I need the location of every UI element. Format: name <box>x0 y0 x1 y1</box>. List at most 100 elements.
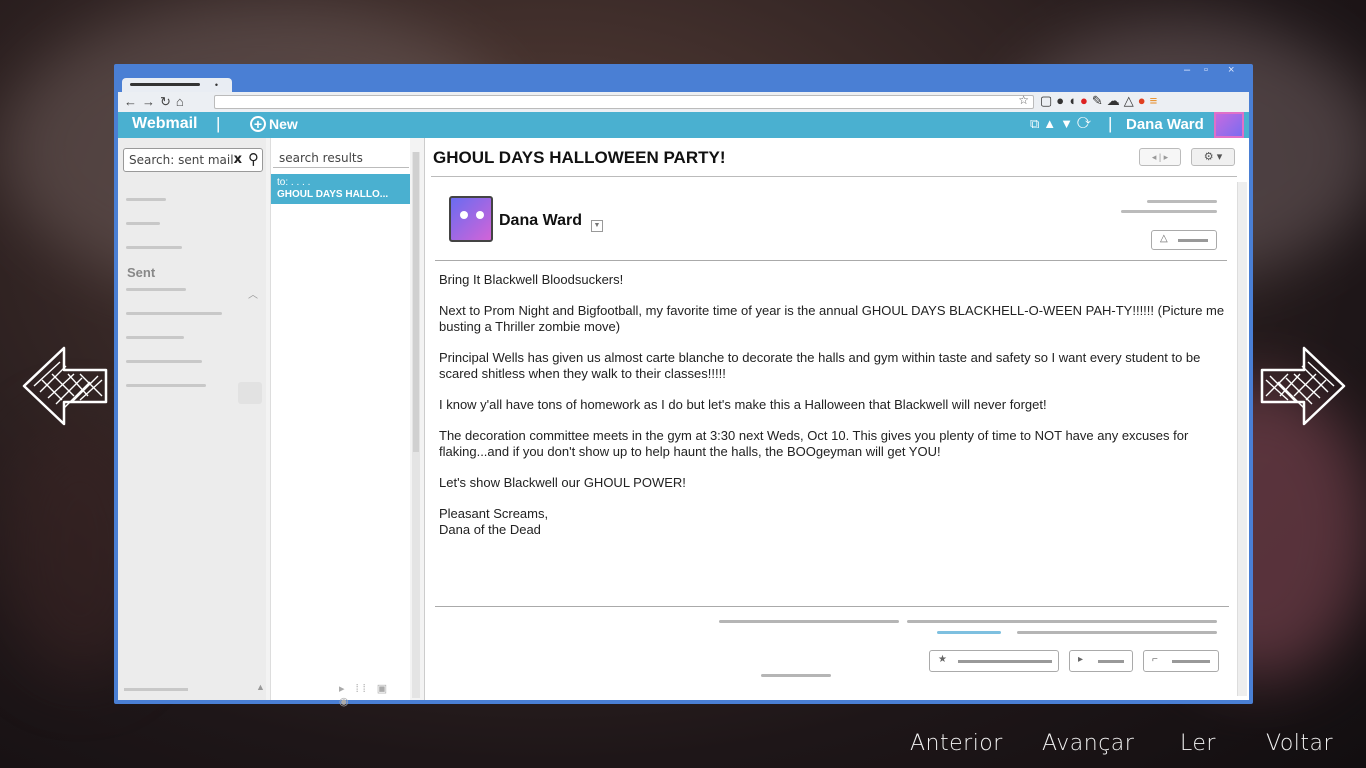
folder-item[interactable] <box>126 360 202 363</box>
sidebar-footer-icon[interactable]: ▲ <box>256 682 265 692</box>
down-arrow-icon[interactable]: ▼ <box>1060 116 1077 131</box>
folder-item[interactable] <box>126 198 166 201</box>
extension-drop-icon[interactable]: ◖ <box>1068 93 1080 108</box>
webmail-brand[interactable]: Webmail <box>132 115 198 133</box>
folder-sidebar: Search: sent mail x ⚲ Sent ︿ ▲ <box>118 138 266 700</box>
sender-menu-icon[interactable]: ▼ <box>591 220 603 232</box>
folder-item[interactable] <box>126 312 222 315</box>
back-button[interactable]: Voltar <box>1266 731 1333 756</box>
body-signature: Pleasant Screams, Dana of the Dead <box>439 506 549 537</box>
action-scribble <box>1172 660 1210 663</box>
sidebar-add-button[interactable] <box>238 382 262 404</box>
reload-icon[interactable]: ↻ <box>160 94 176 109</box>
results-footer-icons: ▸ ⁞⁞ ▣ ◉ <box>339 683 392 708</box>
address-bar-row: ←→↻⌂ ☆ ▢●◖●✎☁△●≡ <box>118 92 1249 112</box>
search-results-pane: search results to: . . . . GHOUL DAYS HA… <box>270 138 410 708</box>
message-meta-scribble <box>1121 210 1217 213</box>
folder-action-button[interactable]: ⌐ <box>1143 650 1219 672</box>
message-nav-buttons[interactable]: ◂ | ▸ <box>1139 148 1181 166</box>
extension-icons: ▢●◖●✎☁△●≡ <box>1040 93 1161 109</box>
extension-square-icon[interactable]: ▢ <box>1040 93 1056 108</box>
url-field[interactable]: ☆ <box>214 93 1034 109</box>
search-icon[interactable]: ⚲ <box>248 150 259 168</box>
browser-tab[interactable]: • <box>122 78 232 92</box>
user-avatar[interactable] <box>1214 112 1244 138</box>
folder-item[interactable] <box>126 384 206 387</box>
folder-item[interactable] <box>126 222 160 225</box>
footer-scribble <box>761 674 831 677</box>
folder-item[interactable] <box>126 336 184 339</box>
window-icon[interactable]: ⧉ <box>1030 116 1043 131</box>
header-tool-icons: ⧉▲▼⟳ <box>1030 116 1095 132</box>
footer-divider <box>435 606 1229 607</box>
body-paragraph: Principal Wells has given us almost cart… <box>439 350 1201 381</box>
warning-icon: △ <box>1160 233 1168 244</box>
body-paragraph: Let's show Blackwell our GHOUL POWER! <box>439 475 686 490</box>
body-paragraph: Next to Prom Night and Bigfootball, my f… <box>439 303 1225 334</box>
chevron-up-icon[interactable]: ︿ <box>248 286 258 301</box>
message-body: Bring It Blackwell Bloodsuckers! Next to… <box>439 272 1229 553</box>
arrow-left-icon[interactable] <box>22 344 108 428</box>
forward-button[interactable]: Avançar <box>1042 731 1134 756</box>
footer-link-scribble[interactable] <box>937 631 1001 634</box>
tab-close-icon[interactable]: • <box>215 80 218 90</box>
minimize-button[interactable]: – <box>1184 64 1190 76</box>
footer-scribble <box>1017 631 1217 634</box>
search-result-item[interactable]: to: . . . . GHOUL DAYS HALLO... <box>271 174 410 204</box>
avatar-eye <box>460 211 468 219</box>
up-arrow-icon[interactable]: ▲ <box>1043 116 1060 131</box>
extension-red-icon[interactable]: ● <box>1080 93 1092 108</box>
read-button[interactable]: Ler <box>1180 731 1216 756</box>
browser-nav-icons: ←→↻⌂ <box>124 94 189 110</box>
message-pane: GHOUL DAYS HALLOWEEN PARTY! ◂ | ▸ ⚙ ▾ Da… <box>424 138 1249 700</box>
browser-window: • – ▫ × ←→↻⌂ ☆ ▢●◖●✎☁△●≡ Webmail | + New … <box>114 64 1253 708</box>
browser-titlebar: • – ▫ × <box>114 64 1253 92</box>
folder-item[interactable] <box>126 246 182 249</box>
body-paragraph: The decoration committee meets in the gy… <box>439 428 1189 459</box>
star-action-button[interactable]: ★ <box>929 650 1059 672</box>
header-separator-2: | <box>1108 114 1113 133</box>
folder-sent[interactable]: Sent <box>127 265 155 280</box>
results-scrollbar[interactable] <box>412 152 420 698</box>
extension-cloud-icon[interactable]: ☁ <box>1107 93 1124 108</box>
folder-item[interactable] <box>126 288 186 291</box>
restore-button[interactable]: ▫ <box>1204 64 1208 76</box>
forward-icon[interactable]: → <box>142 94 160 109</box>
clear-search-button[interactable]: x <box>234 152 242 167</box>
webmail-header: Webmail | + New ⧉▲▼⟳ | Dana Ward <box>118 112 1249 138</box>
new-message-button[interactable]: + New <box>250 116 298 132</box>
back-icon[interactable]: ← <box>124 94 142 109</box>
extension-triangle-icon[interactable]: △ <box>1124 93 1138 108</box>
sender-name[interactable]: Dana Ward <box>499 212 582 230</box>
search-input-value: Search: sent mail <box>129 153 234 167</box>
footer-scribble <box>907 620 1217 623</box>
extension-pin-icon[interactable]: ✎ <box>1092 93 1107 108</box>
previous-button[interactable]: Anterior <box>910 731 1003 756</box>
message-settings-button[interactable]: ⚙ ▾ <box>1191 148 1235 166</box>
browser-menu-icon[interactable]: ≡ <box>1150 93 1162 108</box>
search-input[interactable]: Search: sent mail x ⚲ <box>123 148 263 172</box>
new-plus-icon: + <box>250 116 266 132</box>
avatar-eye <box>476 211 484 219</box>
reply-button-scribble <box>1178 239 1208 242</box>
refresh-icon[interactable]: ⟳ <box>1077 116 1095 131</box>
results-scrollbar-thumb[interactable] <box>413 152 419 452</box>
bookmark-star-icon[interactable]: ☆ <box>1018 93 1029 107</box>
message-meta-scribble <box>1147 200 1217 203</box>
message-scrollbar[interactable] <box>1237 182 1247 696</box>
user-name[interactable]: Dana Ward <box>1126 116 1204 133</box>
action-scribble <box>1098 660 1124 663</box>
arrow-right-icon[interactable] <box>1260 344 1346 428</box>
close-button[interactable]: × <box>1228 64 1234 76</box>
reply-button[interactable]: △ <box>1151 230 1217 250</box>
title-divider <box>431 176 1237 177</box>
header-separator: | <box>216 114 221 133</box>
sidebar-footer-text <box>124 688 188 691</box>
tab-title-scribble <box>130 83 200 86</box>
action-scribble <box>958 660 1052 663</box>
extension-circle-icon[interactable]: ● <box>1056 93 1068 108</box>
forward-action-button[interactable]: ▸ <box>1069 650 1133 672</box>
extension-orange-icon[interactable]: ● <box>1138 93 1150 108</box>
body-paragraph: Bring It Blackwell Bloodsuckers! <box>439 272 624 287</box>
home-icon[interactable]: ⌂ <box>176 94 189 109</box>
